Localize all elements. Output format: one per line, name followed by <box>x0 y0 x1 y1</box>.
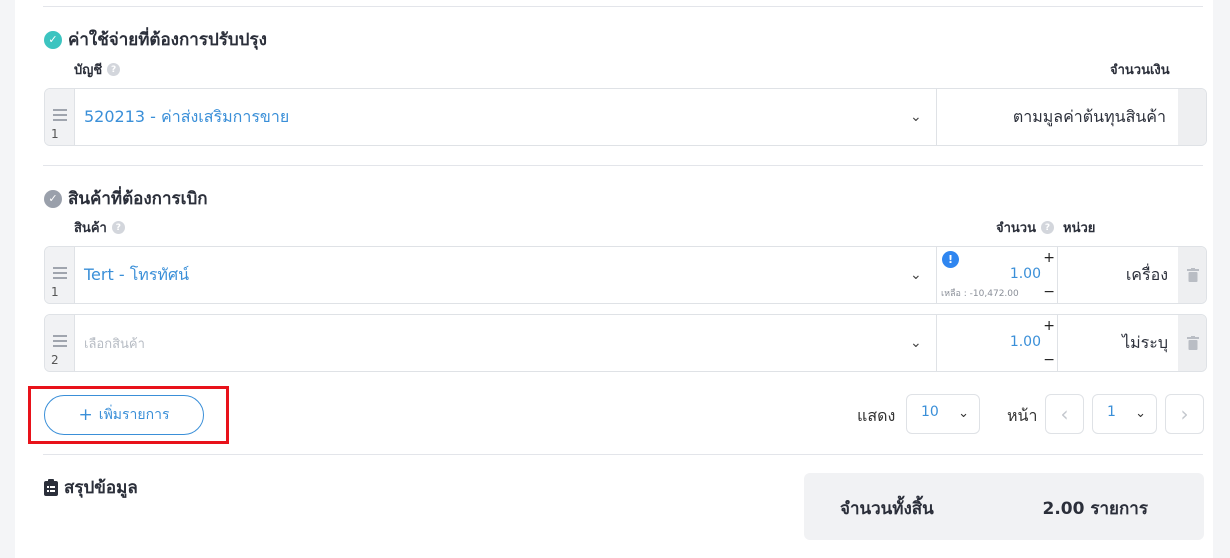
warning-icon[interactable]: ! <box>942 251 959 268</box>
chevron-right-icon: › <box>1180 402 1189 426</box>
row-number: 1 <box>51 285 59 299</box>
product-title-text: สินค้าที่ต้องการเบิก <box>68 189 208 209</box>
divider <box>43 165 1203 166</box>
account-header-label: บัญชี <box>74 63 103 78</box>
chevron-down-icon[interactable]: ⌄ <box>910 335 922 351</box>
drag-handle-icon <box>53 335 67 350</box>
chevron-down-icon[interactable]: ⌄ <box>910 267 922 283</box>
unit-header-label: หน่วย <box>1063 221 1096 236</box>
product-section-title: ✓ สินค้าที่ต้องการเบิก <box>44 185 208 212</box>
product-select-value: Tert - โทรทัศน์ <box>84 264 190 284</box>
current-page-value: 1 <box>1107 404 1116 420</box>
drag-handle[interactable]: 1 <box>45 89 75 145</box>
unit-header: หน่วย <box>1063 217 1095 238</box>
help-icon[interactable]: ? <box>107 63 121 76</box>
divider <box>43 6 1203 7</box>
account-header: บัญชี ? <box>74 59 121 80</box>
amount-field[interactable]: ตามมูลค่าต้นทุนสินค้า <box>937 89 1176 145</box>
account-select-value: 520213 - ค่าส่งเสริมการขาย <box>84 106 290 126</box>
drag-handle-icon <box>53 267 67 282</box>
chevron-left-icon: ‹ <box>1060 402 1069 426</box>
drag-handle[interactable]: 2 <box>45 315 75 371</box>
qty-value[interactable]: 1.00 <box>1010 334 1041 350</box>
drag-handle-icon <box>53 109 67 124</box>
product-header-label: สินค้า <box>74 221 107 236</box>
product-select[interactable]: Tert - โทรทัศน์ <box>75 247 936 303</box>
amount-value: ตามมูลค่าต้นทุนสินค้า <box>1012 106 1166 126</box>
amount-header: จำนวนเงิน <box>1110 59 1170 80</box>
remaining-stock: เหลือ : -10,472.00 <box>941 289 1019 299</box>
chevron-down-icon: ⌄ <box>1135 406 1146 421</box>
check-circle-icon: ✓ <box>44 189 62 208</box>
delete-row-button[interactable] <box>1178 315 1206 371</box>
row-action-cell <box>1178 89 1206 145</box>
delete-row-button[interactable] <box>1178 247 1206 303</box>
next-page-button[interactable]: › <box>1165 394 1204 434</box>
product-select-placeholder: เลือกสินค้า <box>84 336 145 352</box>
check-circle-icon: ✓ <box>44 30 62 49</box>
divider <box>43 454 1203 455</box>
total-label: จำนวนทั้งสิ้น <box>840 499 934 519</box>
account-select[interactable]: 520213 - ค่าส่งเสริมการขาย <box>75 89 936 145</box>
help-icon[interactable]: ? <box>1041 221 1054 234</box>
product-row: 2 เลือกสินค้า ⌄ 1.00 + − ไม่ระบุ <box>44 314 1207 372</box>
unit-field: ไม่ระบุ <box>1058 315 1177 371</box>
expense-section-title: ✓ ค่าใช้จ่ายที่ต้องการปรับปรุง <box>44 26 267 53</box>
product-row: 1 Tert - โทรทัศน์ ⌄ ! 1.00 + − เหลือ : -… <box>44 246 1207 304</box>
amount-header-label: จำนวนเงิน <box>1110 63 1170 78</box>
prev-page-button[interactable]: ‹ <box>1045 394 1084 434</box>
page-size-select[interactable]: 10 ⌄ <box>906 394 980 434</box>
clipboard-icon <box>44 479 58 496</box>
unit-value: เครื่อง <box>1125 264 1168 284</box>
drag-handle[interactable]: 1 <box>45 247 75 303</box>
qty-header-label: จำนวน <box>996 221 1036 236</box>
qty-header: จำนวน ? <box>996 217 1054 238</box>
minus-icon[interactable]: − <box>1043 352 1055 368</box>
total-value: 2.00 รายการ <box>1042 499 1148 519</box>
page-size-label: แสดง <box>857 406 896 425</box>
chevron-down-icon: ⌄ <box>958 406 969 421</box>
expense-row: 1 520213 - ค่าส่งเสริมการขาย ⌄ ตามมูลค่า… <box>44 88 1207 146</box>
help-icon[interactable]: ? <box>111 221 125 234</box>
unit-field: เครื่อง <box>1058 247 1177 303</box>
unit-value: ไม่ระบุ <box>1122 332 1168 352</box>
minus-icon[interactable]: − <box>1043 284 1055 300</box>
qty-stepper[interactable]: ! 1.00 + − เหลือ : -10,472.00 <box>937 247 1057 303</box>
chevron-down-icon[interactable]: ⌄ <box>910 109 922 125</box>
summary-title: สรุปข้อมูล <box>44 474 138 501</box>
plus-icon[interactable]: + <box>1043 318 1055 334</box>
qty-stepper[interactable]: 1.00 + − <box>937 315 1057 371</box>
trash-icon <box>1187 268 1199 282</box>
page-size-value: 10 <box>921 404 939 420</box>
plus-icon[interactable]: + <box>1043 250 1055 266</box>
row-number: 2 <box>51 353 59 367</box>
summary-box: จำนวนทั้งสิ้น 2.00 รายการ <box>804 473 1204 540</box>
product-header: สินค้า ? <box>74 217 125 238</box>
trash-icon <box>1187 336 1199 350</box>
row-number: 1 <box>51 127 59 141</box>
highlight-box <box>28 386 229 444</box>
page-label: หน้า <box>1007 406 1038 425</box>
summary-title-text: สรุปข้อมูล <box>64 478 138 498</box>
product-select[interactable]: เลือกสินค้า <box>75 315 936 371</box>
expense-title-text: ค่าใช้จ่ายที่ต้องการปรับปรุง <box>68 30 267 50</box>
qty-value[interactable]: 1.00 <box>1010 266 1041 282</box>
page-select[interactable]: 1 ⌄ <box>1092 394 1157 434</box>
